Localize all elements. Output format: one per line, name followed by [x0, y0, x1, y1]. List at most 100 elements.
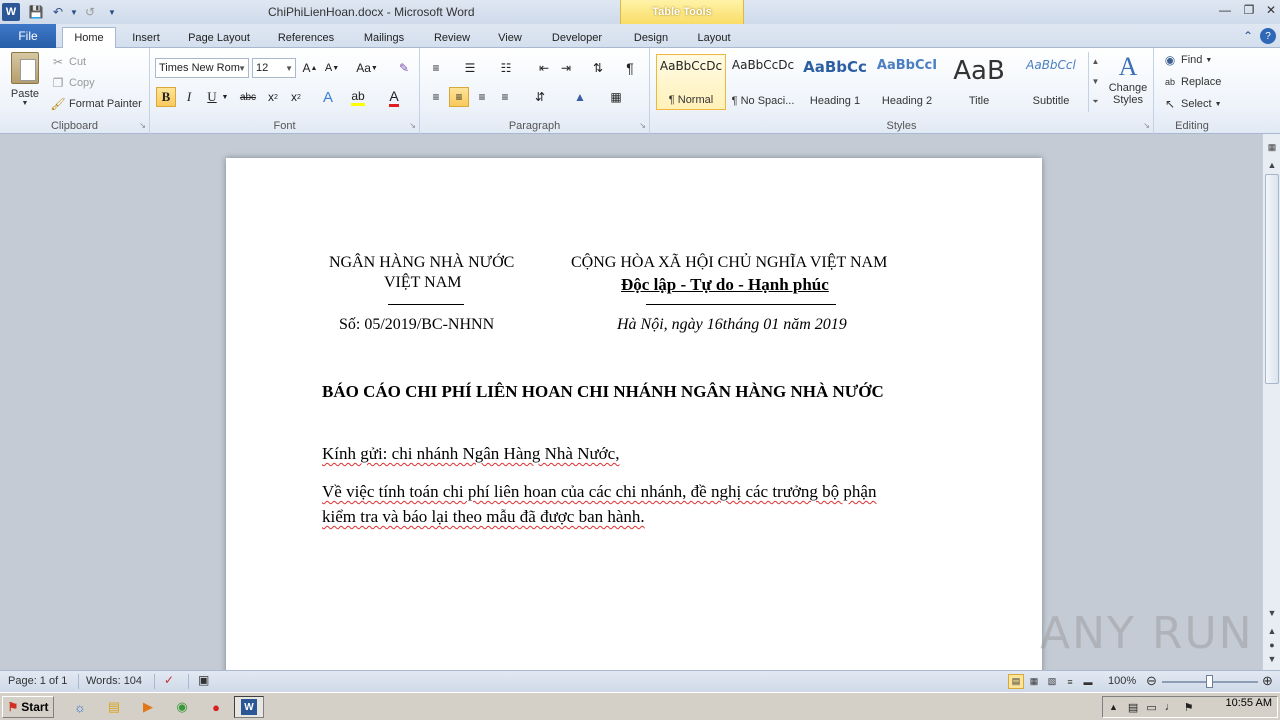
save-icon[interactable]: 💾	[26, 2, 46, 22]
tab-mailings[interactable]: Mailings	[356, 28, 412, 48]
media-player-icon[interactable]: ▶	[138, 697, 158, 717]
browse-object-icon[interactable]: ●	[1265, 638, 1279, 652]
tray-expand-icon[interactable]: ▲	[1109, 702, 1118, 712]
tab-review[interactable]: Review	[428, 28, 476, 48]
italic-button[interactable]: I	[179, 87, 199, 107]
copy-button[interactable]: ❐ Copy	[50, 75, 95, 91]
paragraph-launcher-icon[interactable]: ↘	[639, 121, 646, 130]
justify-icon[interactable]: ≡	[495, 87, 515, 107]
internet-explorer-icon[interactable]: ☼	[70, 697, 90, 717]
clear-formatting-icon[interactable]: ✎	[394, 58, 414, 78]
outline-view-icon[interactable]: ≡	[1062, 674, 1078, 689]
help-icon[interactable]: ?	[1260, 28, 1276, 44]
page-count[interactable]: Page: 1 of 1	[8, 675, 67, 687]
superscript-button[interactable]: x2	[286, 87, 306, 107]
zoom-level[interactable]: 100%	[1108, 675, 1136, 687]
macro-record-icon[interactable]: ▣	[198, 673, 209, 687]
bullets-icon[interactable]: ≡	[426, 58, 446, 78]
zoom-slider-thumb[interactable]	[1206, 675, 1213, 688]
tab-page-layout[interactable]: Page Layout	[182, 28, 256, 48]
draft-view-icon[interactable]: ▬	[1080, 674, 1096, 689]
style-title[interactable]: AaB Title	[944, 54, 1014, 110]
taskbar-clock[interactable]: 10:55 AM	[1226, 697, 1272, 709]
align-right-icon[interactable]: ≡	[472, 87, 492, 107]
style-subtitle[interactable]: AaBbCcl Subtitle	[1016, 54, 1086, 110]
tab-file[interactable]: File	[0, 24, 56, 48]
font-size-combo[interactable]: 12 ▼	[252, 58, 296, 78]
increase-indent-icon[interactable]: ⇥	[556, 58, 576, 78]
paste-button[interactable]: Paste ▼	[6, 52, 44, 112]
text-effects-icon[interactable]: A	[318, 87, 338, 107]
chrome-icon[interactable]: ◉	[172, 697, 192, 717]
minimize-icon[interactable]: —	[1216, 2, 1234, 18]
web-layout-view-icon[interactable]: ▧	[1044, 674, 1060, 689]
document-area[interactable]: NGÂN HÀNG NHÀ NƯỚC VIỆT NAM Số: 05/2019/…	[0, 134, 1262, 670]
zoom-out-icon[interactable]: ⊖	[1146, 673, 1157, 689]
highlight-color-icon[interactable]: ab	[348, 87, 368, 107]
gallery-up-icon[interactable]: ▲	[1092, 57, 1100, 66]
word-app-icon[interactable]: W	[2, 3, 20, 21]
undo-dropdown-icon[interactable]: ▼	[70, 2, 78, 22]
underline-dropdown-icon[interactable]: ▼	[220, 87, 230, 107]
multilevel-list-icon[interactable]: ☷	[496, 58, 516, 78]
vertical-scrollbar[interactable]: ▦ ▲ ▼ ▲ ● ▼	[1262, 134, 1280, 670]
cut-button[interactable]: ✂ Cut	[50, 54, 86, 70]
shrink-font-icon[interactable]: A ▼	[322, 58, 342, 78]
font-color-icon[interactable]: A	[384, 87, 404, 107]
close-icon[interactable]: ✕	[1262, 2, 1280, 18]
customize-qat-icon[interactable]: ▼	[102, 2, 122, 22]
grow-font-icon[interactable]: A ▲	[300, 58, 320, 78]
flag-icon[interactable]: ⚑	[1184, 701, 1194, 714]
align-left-icon[interactable]: ≡	[426, 87, 446, 107]
action-center-icon[interactable]: ▭	[1146, 701, 1156, 714]
line-spacing-icon[interactable]: ⇵	[530, 87, 550, 107]
word-count[interactable]: Words: 104	[86, 675, 142, 687]
style-heading-1[interactable]: AaBbCc Heading 1	[800, 54, 870, 110]
borders-icon[interactable]: ▦	[606, 87, 626, 107]
select-button[interactable]: ↖ Select ▼	[1162, 96, 1222, 112]
font-name-combo[interactable]: Times New Rom ▼	[155, 58, 249, 78]
align-center-icon[interactable]: ≡	[449, 87, 469, 107]
print-layout-view-icon[interactable]: ▤	[1008, 674, 1024, 689]
tab-developer[interactable]: Developer	[544, 28, 610, 48]
scroll-up-icon[interactable]: ▲	[1265, 158, 1279, 172]
replace-button[interactable]: ab Replace	[1162, 74, 1221, 90]
tab-home[interactable]: Home	[62, 27, 116, 48]
tab-references[interactable]: References	[272, 28, 340, 48]
ruler-toggle-icon[interactable]: ▦	[1265, 140, 1279, 154]
full-screen-reading-view-icon[interactable]: ▦	[1026, 674, 1042, 689]
zoom-in-icon[interactable]: ⊕	[1262, 673, 1273, 689]
sort-icon[interactable]: ⇅	[588, 58, 608, 78]
scroll-thumb[interactable]	[1265, 174, 1279, 384]
styles-gallery-scroll[interactable]: ▲ ▼ ⏷	[1088, 52, 1102, 112]
tab-view[interactable]: View	[492, 28, 528, 48]
bold-button[interactable]: B	[156, 87, 176, 107]
change-case-icon[interactable]: Aa ▼	[354, 58, 380, 78]
strikethrough-button[interactable]: abc	[238, 87, 258, 107]
network-icon[interactable]: ▤	[1128, 701, 1138, 714]
style-heading-2[interactable]: AaBbCcI Heading 2	[872, 54, 942, 110]
styles-launcher-icon[interactable]: ↘	[1143, 121, 1150, 130]
proofing-icon[interactable]: ✓	[164, 673, 174, 687]
gallery-down-icon[interactable]: ▼	[1092, 77, 1100, 86]
find-button[interactable]: ◉ Find ▼	[1162, 52, 1213, 68]
document-page[interactable]: NGÂN HÀNG NHÀ NƯỚC VIỆT NAM Số: 05/2019/…	[226, 158, 1042, 670]
undo-icon[interactable]: ↶	[48, 2, 68, 22]
clipboard-launcher-icon[interactable]: ↘	[139, 121, 146, 130]
previous-page-icon[interactable]: ▲	[1265, 624, 1279, 638]
redo-icon[interactable]: ↺	[80, 2, 100, 22]
start-button[interactable]: ⚑ Start	[2, 696, 54, 718]
volume-icon[interactable]: ♩	[1165, 701, 1176, 713]
file-explorer-icon[interactable]: ▤	[104, 697, 124, 717]
minimize-ribbon-icon[interactable]: ⌃	[1240, 28, 1256, 44]
next-page-icon[interactable]: ▼	[1265, 652, 1279, 666]
numbering-icon[interactable]: ☰	[460, 58, 480, 78]
show-formatting-marks-icon[interactable]: ¶	[620, 58, 640, 78]
subscript-button[interactable]: x2	[263, 87, 283, 107]
word-taskbar-button[interactable]: W	[234, 696, 264, 718]
tab-design[interactable]: Design	[626, 28, 676, 48]
antivirus-icon[interactable]: ●	[206, 697, 226, 717]
underline-button[interactable]: U	[202, 87, 222, 107]
style-no-spacing[interactable]: AaBbCcDc ¶ No Spaci...	[728, 54, 798, 110]
restore-icon[interactable]: ❐	[1240, 2, 1258, 18]
